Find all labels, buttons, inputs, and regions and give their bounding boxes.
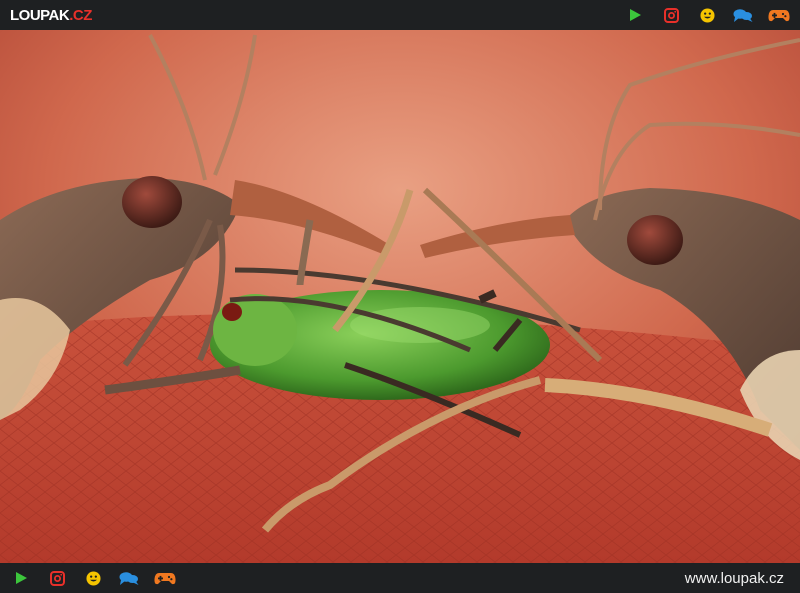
- site-logo[interactable]: LOUPAK .CZ: [10, 7, 92, 24]
- chat-icon[interactable]: [732, 5, 754, 25]
- main-photo: [0, 30, 800, 563]
- play-icon[interactable]: [10, 568, 32, 588]
- logo-text: LOUPAK: [10, 6, 70, 24]
- footer-site-url[interactable]: www.loupak.cz: [685, 570, 784, 587]
- instagram-icon[interactable]: [46, 568, 68, 588]
- instagram-icon[interactable]: [660, 5, 682, 25]
- bottom-icons: [10, 568, 176, 588]
- top-bar: LOUPAK .CZ: [0, 0, 800, 30]
- gamepad-icon[interactable]: [768, 5, 790, 25]
- smiley-icon[interactable]: [82, 568, 104, 588]
- bug-macro-illustration: [0, 30, 800, 563]
- smiley-icon[interactable]: [696, 5, 718, 25]
- play-icon[interactable]: [624, 5, 646, 25]
- logo-domain: .CZ: [69, 6, 92, 24]
- chat-icon[interactable]: [118, 568, 140, 588]
- gamepad-icon[interactable]: [154, 568, 176, 588]
- bottom-bar: www.loupak.cz: [0, 563, 800, 593]
- top-icons: [624, 5, 790, 25]
